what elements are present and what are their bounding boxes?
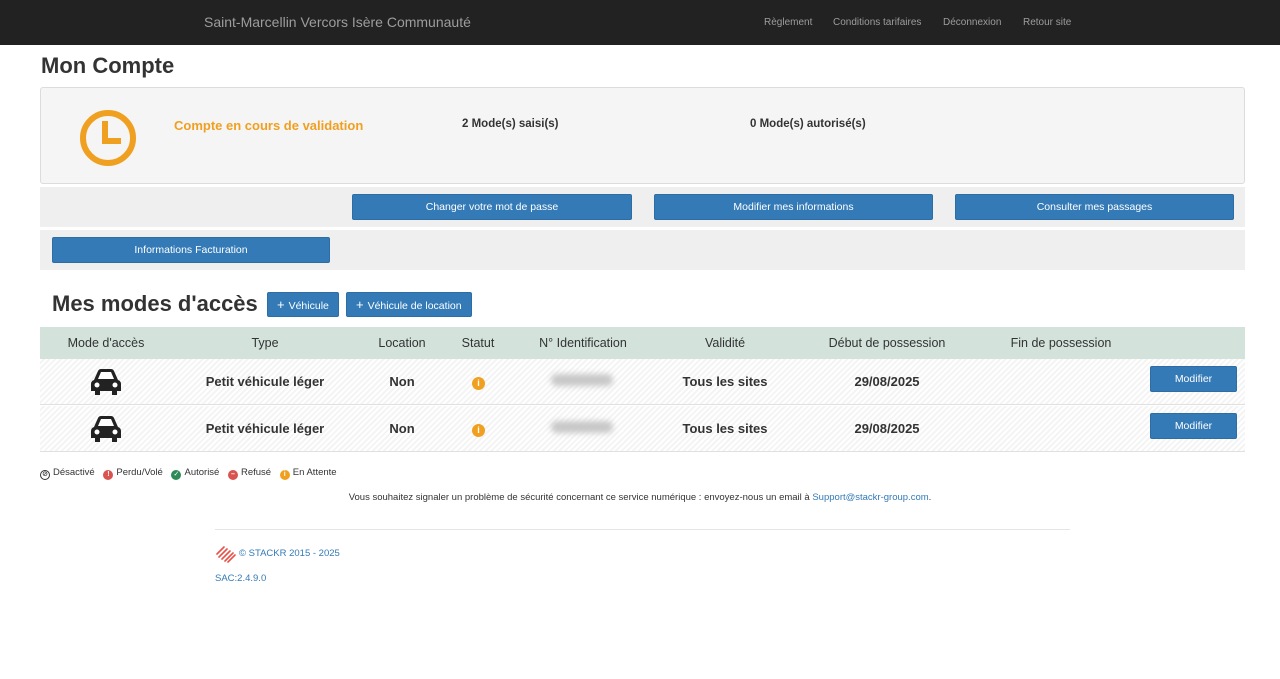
plus-icon: + [277, 297, 285, 312]
legend-item-desactive: ⊘ Désactivé [40, 467, 95, 480]
row-start-date: 29/08/2025 [854, 374, 920, 389]
table-row: Petit véhicule léger Non i Tous les site… [40, 406, 1245, 452]
security-text: Vous souhaitez signaler un problème de s… [348, 492, 813, 503]
row-type: Petit véhicule léger [205, 374, 325, 389]
account-actions-row: Changer votre mot de passe Modifier mes … [40, 187, 1245, 227]
nav-link-conditions-tarifaires[interactable]: Conditions tarifaires [833, 17, 921, 28]
nav-link-deconnexion[interactable]: Déconnexion [943, 17, 1001, 28]
add-rental-label: Véhicule de location [367, 300, 462, 312]
footer-copyright[interactable]: © STACKR 2015 - 2025 [239, 548, 340, 559]
column-header-fin-possession: Fin de possession [1010, 336, 1112, 350]
column-header-debut-possession: Début de possession [828, 336, 946, 350]
table-row: Petit véhicule léger Non i Tous les site… [40, 359, 1245, 405]
identification-redacted [551, 374, 613, 386]
ban-icon: ⊘ [40, 470, 50, 480]
info-icon: i [472, 424, 485, 437]
top-navbar: Saint-Marcellin Vercors Isère Communauté… [0, 0, 1280, 45]
row-validity: Tous les sites [682, 374, 768, 389]
add-rental-vehicle-button[interactable]: + Véhicule de location [346, 292, 472, 317]
legend-item-refuse: – Refusé [227, 467, 271, 480]
add-vehicle-button[interactable]: + Véhicule [267, 292, 339, 317]
page-title: Mon Compte [41, 53, 175, 78]
legend-item-en-attente: i En Attente [279, 467, 337, 480]
column-header-statut: Statut [461, 336, 495, 350]
row-location: Non [389, 374, 415, 389]
check-icon: ✓ [171, 470, 182, 480]
legend-item-autorise: ✓ Autorisé [171, 467, 219, 480]
modify-button[interactable]: Modifier [1150, 413, 1237, 439]
clock-icon [80, 110, 136, 166]
modes-autorises-count: 0 Mode(s) autorisé(s) [750, 118, 866, 130]
stackr-logo-icon [216, 546, 236, 563]
footer-divider [215, 529, 1070, 530]
info-icon: i [472, 377, 485, 390]
minus-icon: – [227, 470, 238, 480]
nav-link-reglement[interactable]: Règlement [764, 17, 812, 28]
column-header-validite: Validité [704, 336, 746, 350]
row-start-date: 29/08/2025 [854, 421, 920, 436]
support-email-link[interactable]: Support@stackr-group.com [812, 492, 928, 503]
footer-version: SAC:2.4.9.0 [215, 573, 267, 584]
billing-info-button[interactable]: Informations Facturation [52, 237, 330, 263]
edit-info-button[interactable]: Modifier mes informations [654, 194, 933, 220]
plus-icon: + [356, 297, 364, 312]
car-icon [91, 369, 121, 395]
account-status-label: Compte en cours de validation [174, 118, 364, 133]
nav-link-retour-site[interactable]: Retour site [1023, 17, 1071, 28]
row-location: Non [389, 421, 415, 436]
security-notice: Vous souhaitez signaler un problème de s… [0, 492, 1280, 503]
row-type: Petit véhicule léger [205, 421, 325, 436]
car-icon [91, 416, 121, 442]
modify-button[interactable]: Modifier [1150, 366, 1237, 392]
view-passages-button[interactable]: Consulter mes passages [955, 194, 1234, 220]
security-suffix: . [928, 492, 932, 503]
access-modes-title: Mes modes d'accès [52, 291, 258, 316]
access-modes-table-header: Mode d'accès Type Location Statut N° Ide… [40, 327, 1245, 359]
column-header-mode: Mode d'accès [67, 336, 145, 350]
change-password-button[interactable]: Changer votre mot de passe [352, 194, 632, 220]
billing-actions-row: Informations Facturation [40, 230, 1245, 270]
row-validity: Tous les sites [682, 421, 768, 436]
brand-title[interactable]: Saint-Marcellin Vercors Isère Communauté [204, 14, 471, 30]
info-icon: i [279, 470, 290, 480]
add-vehicle-label: Véhicule [288, 300, 329, 312]
legend-item-perdu-vole: ! Perdu/Volé [103, 467, 163, 480]
column-header-location: Location [378, 336, 426, 350]
account-status-panel: Compte en cours de validation 2 Mode(s) … [40, 87, 1245, 184]
exclamation-icon: ! [103, 470, 114, 480]
status-legend: ⊘ Désactivé ! Perdu/Volé ✓ Autorisé – Refusé… [40, 467, 343, 480]
column-header-identification: N° Identification [539, 336, 627, 350]
column-header-type: Type [251, 336, 279, 350]
identification-redacted [551, 421, 613, 433]
modes-saisis-count: 2 Mode(s) saisi(s) [462, 118, 559, 130]
